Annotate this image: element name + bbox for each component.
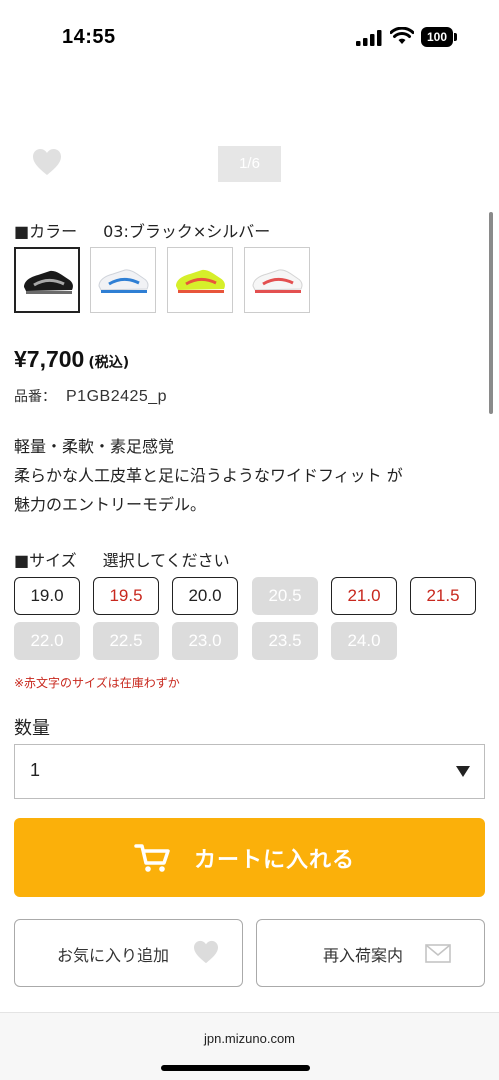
- size-label: ■サイズ: [14, 551, 77, 570]
- battery-icon: 100: [421, 27, 457, 47]
- shoe-yellow-icon: [176, 269, 225, 293]
- wifi-icon: [390, 27, 414, 44]
- status-time: 14:55: [62, 26, 116, 48]
- heart-icon: [194, 940, 218, 964]
- color-label: ■カラー: [14, 222, 78, 241]
- size-option-22-0: 22.0: [14, 622, 80, 660]
- size-option-22-5: 22.5: [93, 622, 159, 660]
- wishlist-label: お気に入り追加: [57, 946, 170, 965]
- size-selection: ■サイズ 選択してください: [14, 547, 230, 571]
- sku-value: P1GB2425_p: [66, 388, 168, 405]
- browser-url-bar[interactable]: jpn.mizuno.com: [0, 1012, 499, 1080]
- price-tax-label: (税込): [88, 355, 130, 371]
- size-option-23-0: 23.0: [172, 622, 238, 660]
- size-option-19-0[interactable]: 19.0: [14, 577, 80, 615]
- size-option-23-5: 23.5: [252, 622, 318, 660]
- home-indicator[interactable]: [161, 1065, 310, 1071]
- add-to-wishlist-button[interactable]: お気に入り追加: [14, 919, 243, 987]
- description-line: 軽量・柔軟・素足感覚: [14, 437, 175, 456]
- color-selection: ■カラー 03:ブラック×シルバー: [14, 218, 270, 242]
- size-option-21-5[interactable]: 21.5: [410, 577, 476, 615]
- shoe-white-blue-icon: [98, 269, 149, 293]
- signal-icon: [356, 30, 382, 46]
- battery-level: 100: [421, 27, 453, 47]
- low-stock-note: ※赤文字のサイズは在庫わずか: [14, 676, 180, 690]
- price: ¥7,700 (税込): [14, 346, 129, 373]
- scrollbar[interactable]: [489, 212, 493, 414]
- size-option-20-5: 20.5: [252, 577, 318, 615]
- add-to-cart-label: カートに入れる: [194, 848, 356, 873]
- color-selected-value: 03:ブラック×シルバー: [103, 222, 271, 241]
- price-amount: ¥7,700: [14, 346, 85, 372]
- shoe-black-icon: [24, 270, 73, 294]
- size-option-19-5[interactable]: 19.5: [93, 577, 159, 615]
- product-number: 品番： P1GB2425_p: [14, 386, 167, 406]
- status-bar: 14:55 100: [0, 0, 499, 70]
- description-line: 柔らかな人工皮革と足に沿うようなワイドフィット が: [14, 466, 403, 485]
- size-option-21-0[interactable]: 21.0: [331, 577, 397, 615]
- cart-icon: [134, 844, 170, 872]
- heart-icon[interactable]: [32, 148, 62, 176]
- battery-tip: [454, 33, 457, 41]
- size-prompt: 選択してください: [102, 551, 230, 570]
- swatch-white-red[interactable]: [244, 247, 310, 313]
- swatch-black-silver[interactable]: [14, 247, 80, 313]
- quantity-value: 1: [30, 760, 41, 780]
- swatch-yellow-red[interactable]: [167, 247, 233, 313]
- size-option-24-0: 24.0: [331, 622, 397, 660]
- swatch-white-blue[interactable]: [90, 247, 156, 313]
- restock-notice-button[interactable]: 再入荷案内: [256, 919, 485, 987]
- sku-label: 品番：: [14, 389, 56, 405]
- url-text: jpn.mizuno.com: [203, 1031, 296, 1046]
- add-to-cart-button[interactable]: カートに入れる: [14, 818, 485, 897]
- restock-label: 再入荷案内: [323, 946, 404, 965]
- shoe-white-red-icon: [252, 269, 303, 293]
- image-pager: 1/6: [218, 146, 281, 182]
- quantity-label: 数量: [14, 718, 50, 739]
- dropdown-arrow-icon: [456, 766, 470, 777]
- product-description: 軽量・柔軟・素足感覚 柔らかな人工皮革と足に沿うようなワイドフィット が 魅力の…: [14, 432, 484, 519]
- mail-icon: [425, 944, 451, 963]
- size-option-20-0[interactable]: 20.0: [172, 577, 238, 615]
- description-line: 魅力のエントリーモデル。: [14, 495, 207, 514]
- quantity-select[interactable]: 1: [14, 744, 485, 799]
